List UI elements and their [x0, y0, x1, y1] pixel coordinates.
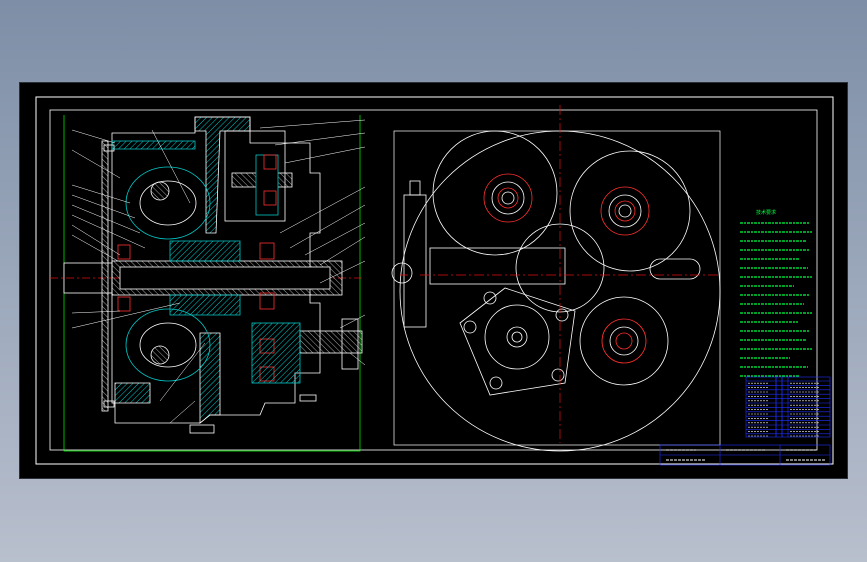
filler-cap: [403, 194, 427, 328]
input-flange: [101, 140, 109, 412]
view-boundary-right: [393, 130, 721, 446]
bearing-3: [259, 242, 275, 260]
pentagon-cover: [459, 287, 576, 396]
section-view: [50, 115, 366, 452]
output-shaft: [299, 330, 363, 354]
bearing-6: [117, 296, 131, 312]
notes-title: 技术要求: [756, 209, 776, 216]
bearing-5: [117, 244, 131, 260]
end-view: [391, 105, 721, 452]
cad-drawing-viewport[interactable]: 技术要求: [20, 83, 847, 478]
assembly-drawing: 技术要求: [35, 96, 834, 466]
torus-upper: [125, 166, 211, 240]
technical-notes-block: 技术要求: [740, 209, 812, 377]
torus-lower: [125, 308, 211, 382]
